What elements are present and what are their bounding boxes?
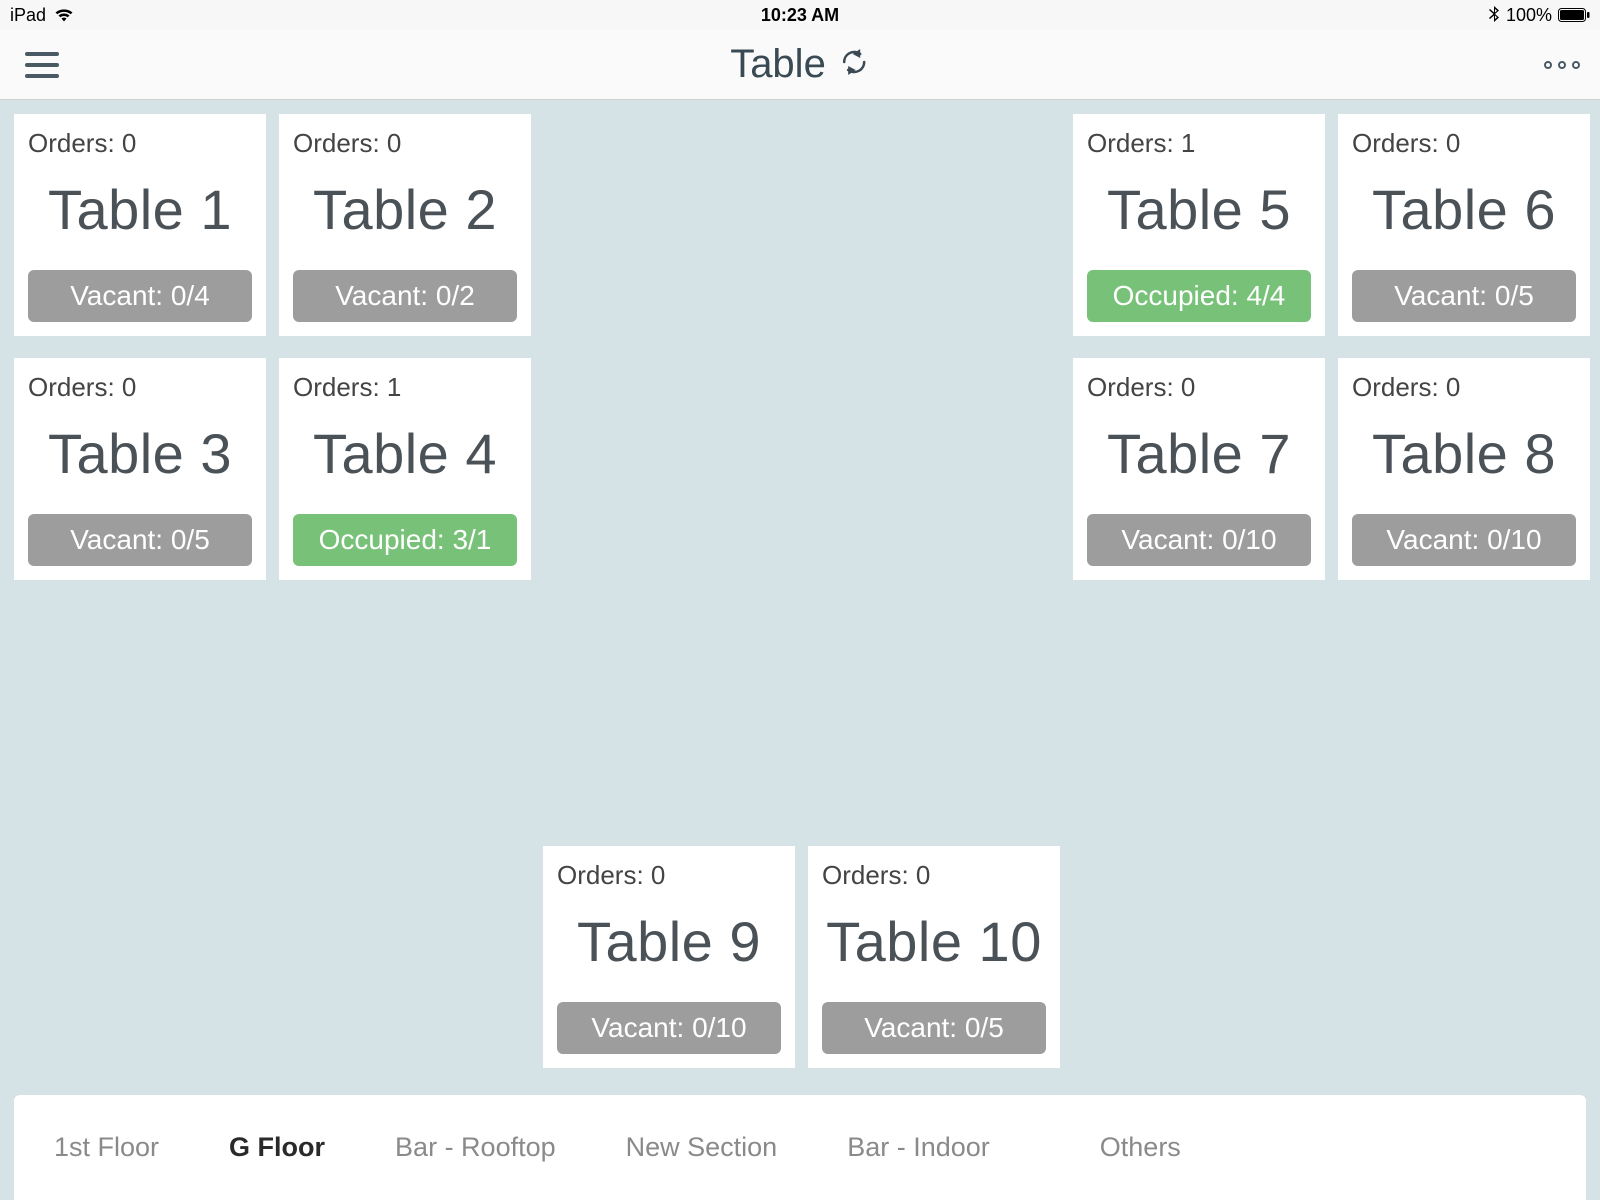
status-badge: Vacant: 0/4	[28, 270, 252, 322]
floor-tab-new-section[interactable]: New Section	[626, 1132, 778, 1163]
floor-tab-bar-rooftop[interactable]: Bar - Rooftop	[395, 1132, 556, 1163]
table-card-t8[interactable]: Orders: 0 Table 8 Vacant: 0/10	[1338, 358, 1590, 580]
table-name: Table 1	[28, 177, 252, 242]
page-title: Table	[730, 42, 826, 87]
table-name: Table 3	[28, 421, 252, 486]
bluetooth-icon	[1488, 6, 1500, 24]
orders-count: Orders: 0	[1352, 372, 1576, 403]
menu-button[interactable]	[20, 43, 64, 87]
orders-count: Orders: 0	[822, 860, 1046, 891]
floor-tab-g-floor[interactable]: G Floor	[229, 1132, 325, 1163]
status-badge: Vacant: 0/10	[557, 1002, 781, 1054]
floor-tab-1st-floor[interactable]: 1st Floor	[54, 1132, 159, 1163]
refresh-button[interactable]	[838, 46, 870, 83]
status-badge: Vacant: 0/10	[1352, 514, 1576, 566]
orders-count: Orders: 0	[28, 128, 252, 159]
status-badge: Vacant: 0/5	[28, 514, 252, 566]
more-button[interactable]	[1544, 61, 1580, 69]
refresh-icon	[838, 46, 870, 78]
orders-count: Orders: 0	[557, 860, 781, 891]
wifi-icon	[54, 8, 74, 22]
orders-count: Orders: 0	[28, 372, 252, 403]
status-badge: Vacant: 0/5	[822, 1002, 1046, 1054]
table-card-t10[interactable]: Orders: 0 Table 10 Vacant: 0/5	[808, 846, 1060, 1068]
battery-percent: 100%	[1506, 5, 1552, 26]
orders-count: Orders: 1	[293, 372, 517, 403]
status-badge: Vacant: 0/10	[1087, 514, 1311, 566]
orders-count: Orders: 0	[293, 128, 517, 159]
status-badge: Occupied: 4/4	[1087, 270, 1311, 322]
orders-count: Orders: 1	[1087, 128, 1311, 159]
table-card-t1[interactable]: Orders: 0 Table 1 Vacant: 0/4	[14, 114, 266, 336]
ios-status-bar: iPad 10:23 AM 100%	[0, 0, 1600, 30]
table-card-t4[interactable]: Orders: 1 Table 4 Occupied: 3/1	[279, 358, 531, 580]
table-name: Table 7	[1087, 421, 1311, 486]
table-card-t2[interactable]: Orders: 0 Table 2 Vacant: 0/2	[279, 114, 531, 336]
table-card-t6[interactable]: Orders: 0 Table 6 Vacant: 0/5	[1338, 114, 1590, 336]
floor-selector-bar: 1st Floor G Floor Bar - Rooftop New Section…	[14, 1095, 1586, 1200]
status-badge: Occupied: 3/1	[293, 514, 517, 566]
table-name: Table 5	[1087, 177, 1311, 242]
table-name: Table 10	[822, 909, 1046, 974]
table-name: Table 6	[1352, 177, 1576, 242]
app-header: Table	[0, 30, 1600, 100]
table-card-t3[interactable]: Orders: 0 Table 3 Vacant: 0/5	[14, 358, 266, 580]
table-layout-canvas[interactable]: Orders: 0 Table 1 Vacant: 0/4 Orders: 0 Tabl…	[0, 100, 1600, 1200]
table-name: Table 9	[557, 909, 781, 974]
device-label: iPad	[10, 5, 46, 26]
hamburger-icon	[25, 52, 59, 78]
status-badge: Vacant: 0/5	[1352, 270, 1576, 322]
more-icon	[1544, 61, 1552, 69]
table-card-t5[interactable]: Orders: 1 Table 5 Occupied: 4/4	[1073, 114, 1325, 336]
orders-count: Orders: 0	[1352, 128, 1576, 159]
orders-count: Orders: 0	[1087, 372, 1311, 403]
table-name: Table 2	[293, 177, 517, 242]
floor-tab-others[interactable]: Others	[1100, 1132, 1181, 1163]
clock: 10:23 AM	[761, 5, 839, 26]
floor-tab-bar-indoor[interactable]: Bar - Indoor	[847, 1132, 990, 1163]
table-card-t9[interactable]: Orders: 0 Table 9 Vacant: 0/10	[543, 846, 795, 1068]
table-card-t7[interactable]: Orders: 0 Table 7 Vacant: 0/10	[1073, 358, 1325, 580]
status-badge: Vacant: 0/2	[293, 270, 517, 322]
table-name: Table 4	[293, 421, 517, 486]
table-name: Table 8	[1352, 421, 1576, 486]
battery-icon	[1558, 8, 1590, 22]
